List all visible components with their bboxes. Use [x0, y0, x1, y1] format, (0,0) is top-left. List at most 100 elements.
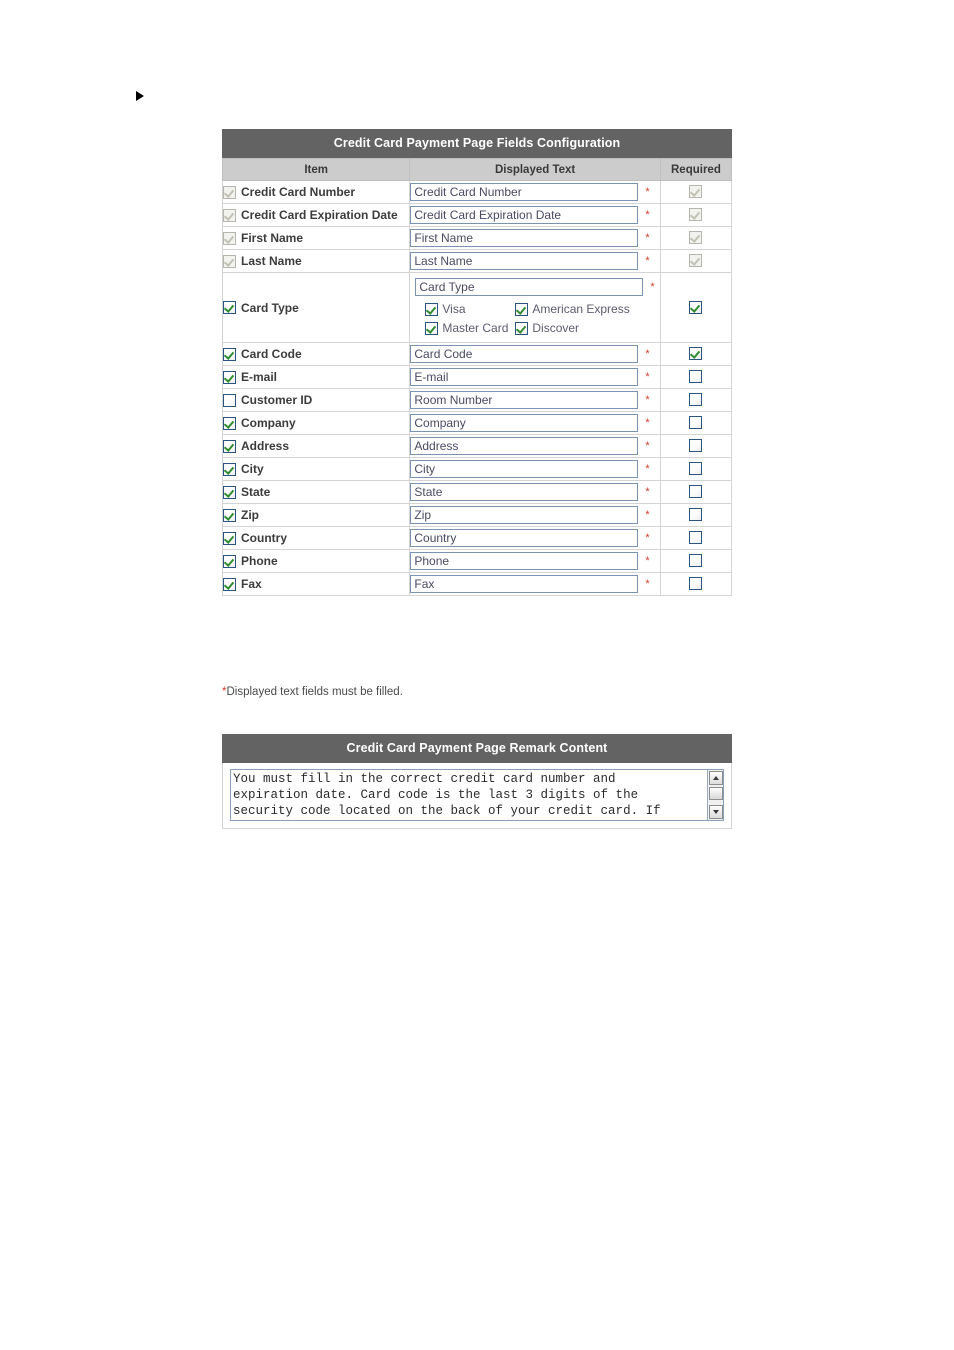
displayed-text-cell: *	[409, 249, 661, 273]
card-type-option[interactable]: Visa	[425, 302, 515, 316]
displayed-text-cell: *	[409, 180, 661, 204]
required-cell	[659, 226, 733, 250]
card-type-option-label: Master Card	[442, 321, 509, 335]
column-header-item: Item	[221, 158, 411, 181]
required-checkbox[interactable]	[689, 462, 703, 475]
required-asterisk: *	[645, 440, 650, 452]
required-cell	[659, 388, 733, 412]
item-enable-checkbox[interactable]	[223, 301, 236, 314]
item-enable-checkbox[interactable]	[223, 370, 236, 384]
displayed-text-input[interactable]	[410, 368, 639, 386]
item-enable-checkbox[interactable]	[223, 416, 236, 430]
required-checkbox[interactable]	[689, 393, 703, 406]
scrollbar-thumb[interactable]	[709, 787, 723, 800]
required-asterisk: *	[645, 186, 650, 198]
remark-body: You must fill in the correct credit card…	[222, 763, 732, 829]
item-enable-checkbox[interactable]	[223, 577, 236, 591]
required-checkbox[interactable]	[689, 347, 703, 360]
fields-footnote: *Displayed text fields must be filled.	[222, 686, 403, 698]
item-enable-checkbox[interactable]	[223, 531, 236, 545]
required-checkbox[interactable]	[689, 370, 703, 383]
displayed-text-input[interactable]	[410, 437, 639, 455]
displayed-text-input[interactable]	[410, 552, 639, 570]
required-checkbox[interactable]	[689, 485, 703, 498]
card-type-option[interactable]: American Express	[515, 302, 630, 316]
required-checkbox	[689, 231, 703, 244]
displayed-text-input[interactable]	[415, 278, 644, 296]
required-checkbox[interactable]	[689, 439, 703, 452]
item-enable-checkbox[interactable]	[223, 439, 236, 453]
required-cell	[659, 434, 733, 458]
displayed-text-input[interactable]	[410, 229, 639, 247]
displayed-text-input[interactable]	[410, 483, 639, 501]
displayed-text-input[interactable]	[410, 506, 639, 524]
scroll-down-button[interactable]	[709, 805, 723, 819]
remark-scrollbar[interactable]	[707, 770, 723, 820]
chevron-down-icon	[713, 810, 719, 814]
item-cell: Customer ID	[221, 388, 411, 412]
card-type-option-checkbox[interactable]	[425, 321, 439, 335]
required-checkbox[interactable]	[689, 416, 703, 429]
displayed-text-input[interactable]	[410, 345, 639, 363]
displayed-text-input[interactable]	[410, 575, 639, 593]
required-asterisk: *	[645, 555, 650, 567]
required-asterisk: *	[645, 486, 650, 498]
item-enable-checkbox[interactable]	[223, 462, 236, 476]
displayed-text-input[interactable]	[410, 529, 639, 547]
displayed-text-input[interactable]	[410, 252, 639, 270]
displayed-text-input[interactable]	[410, 414, 639, 432]
required-checkbox[interactable]	[689, 508, 703, 521]
displayed-text-input[interactable]	[410, 206, 639, 224]
table-row: Fax *	[221, 572, 733, 596]
required-asterisk: *	[645, 417, 650, 429]
item-cell: Card Code	[221, 342, 411, 366]
item-enable-checkbox	[223, 185, 236, 199]
required-checkbox[interactable]	[689, 577, 703, 590]
required-cell	[659, 572, 733, 596]
card-type-option-checkbox[interactable]	[425, 302, 439, 316]
remark-content-panel: Credit Card Payment Page Remark Content …	[222, 734, 732, 829]
displayed-text-cell: *	[409, 203, 661, 227]
table-row: E-mail *	[221, 365, 733, 389]
item-label: E-mail	[241, 370, 278, 384]
displayed-text-cell: *	[409, 434, 661, 458]
displayed-text-input[interactable]	[410, 460, 639, 478]
item-label: State	[241, 485, 271, 499]
item-label: Credit Card Number	[241, 185, 356, 199]
displayed-text-cell: *	[409, 342, 661, 366]
item-enable-checkbox[interactable]	[223, 485, 236, 499]
item-enable-checkbox[interactable]	[223, 347, 236, 361]
item-label: Zip	[241, 508, 259, 522]
displayed-text-input[interactable]	[410, 391, 639, 409]
item-label: Card Code	[241, 347, 302, 361]
item-enable-checkbox[interactable]	[223, 508, 236, 522]
card-type-option-label: American Express	[532, 302, 630, 316]
table-row: Card Code *	[221, 342, 733, 366]
item-enable-checkbox[interactable]	[223, 554, 236, 568]
item-cell: Last Name	[221, 249, 411, 273]
item-cell: Country	[221, 526, 411, 550]
required-checkbox[interactable]	[689, 300, 703, 314]
item-cell: Credit Card Number	[221, 180, 411, 204]
scroll-up-button[interactable]	[709, 771, 723, 785]
card-type-option-checkbox[interactable]	[515, 321, 529, 335]
item-cell: First Name	[221, 226, 411, 250]
required-cell	[659, 549, 733, 573]
required-cell	[659, 503, 733, 527]
displayed-text-cell-card-type: * Visa American Express Master Card Discover	[409, 272, 661, 343]
required-checkbox[interactable]	[689, 531, 703, 544]
remark-textarea[interactable]: You must fill in the correct credit card…	[230, 769, 724, 821]
card-type-option[interactable]: Master Card	[425, 321, 515, 335]
arrow-right-bullet-icon	[133, 89, 149, 105]
card-type-option-checkbox[interactable]	[515, 302, 529, 316]
item-cell: Zip	[221, 503, 411, 527]
card-type-option[interactable]: Discover	[515, 321, 579, 335]
item-enable-checkbox	[223, 231, 236, 245]
item-enable-checkbox[interactable]	[223, 393, 236, 407]
table-row: Phone *	[221, 549, 733, 573]
displayed-text-input[interactable]	[410, 183, 639, 201]
card-type-option-line: Visa American Express	[425, 302, 659, 316]
required-checkbox[interactable]	[689, 554, 703, 567]
item-cell: Credit Card Expiration Date	[221, 203, 411, 227]
fields-configuration-panel: Credit Card Payment Page Fields Configur…	[221, 129, 733, 596]
